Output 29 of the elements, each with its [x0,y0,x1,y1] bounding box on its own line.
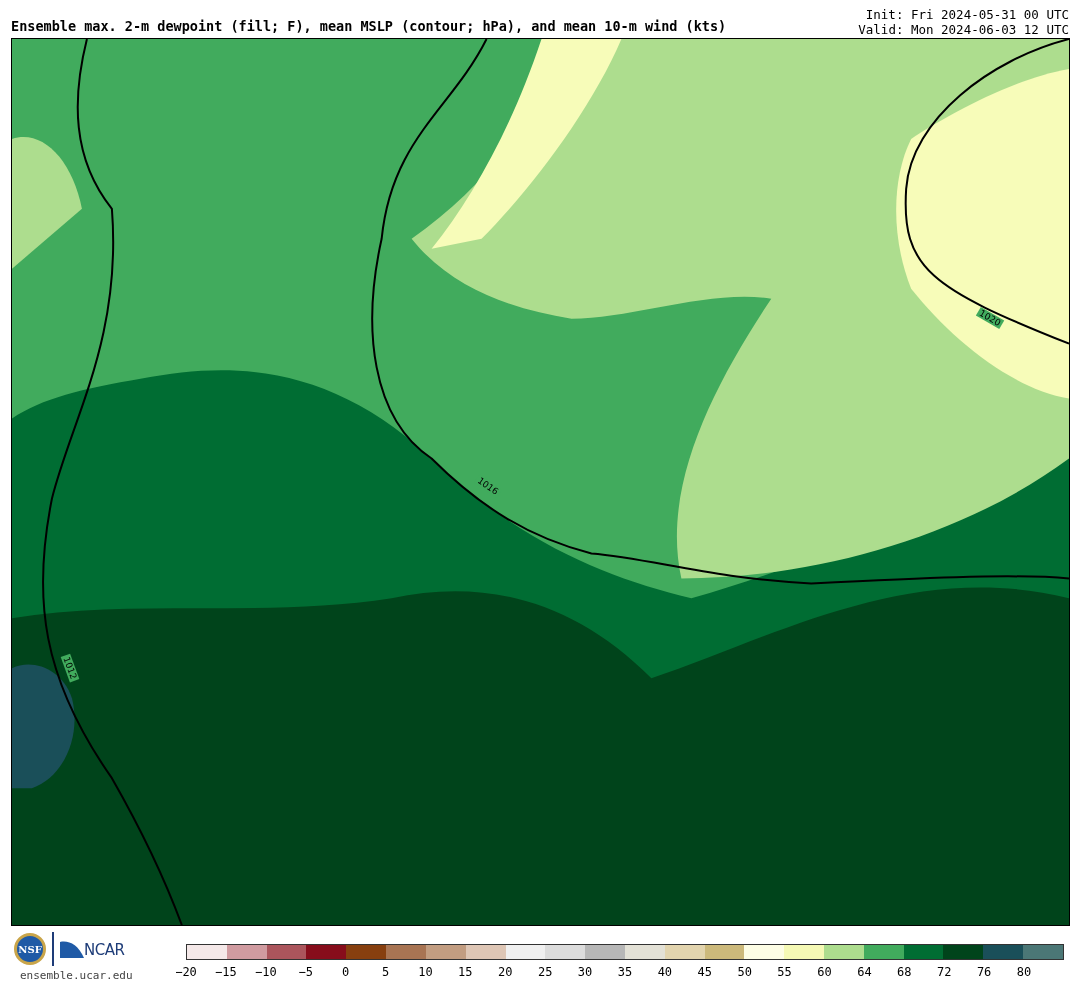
tick-label: −10 [254,965,277,979]
tick-label: 80 [1016,965,1032,979]
tick-label: 76 [976,965,992,979]
nsf-logo: NSF [14,933,46,965]
tick-label: 20 [498,965,513,979]
tick-label: −15 [215,965,237,979]
tick-label: −20 [175,965,197,979]
init-time: Init: Fri 2024-05-31 00 UTC [864,7,1069,22]
tick-label: 64 [857,965,872,979]
tick-label: 50 [737,965,752,979]
tick-label: 0 [342,965,350,979]
website-url: ensemble.ucar.edu [20,969,133,982]
tick-label: 72 [937,965,952,979]
chart-title: Ensemble max. 2-m dewpoint (fill; F), mean MSLP (contour; hPa), and mean 10-m wind (kts) [11,18,727,36]
valid-time: Valid: Mon 2024-06-03 12 UTC [858,22,1069,37]
ncar-logo: NCAR [84,942,125,958]
tick-label: 10 [418,965,433,979]
tick-label: 60 [817,965,832,979]
tick-label: −5 [298,965,313,979]
tick-label: 68 [897,965,912,979]
swoosh-icon [60,940,84,958]
tick-label: 25 [537,965,553,979]
tick-label: 5 [381,965,390,979]
tick-label: 30 [577,965,593,979]
tick-label: 55 [777,965,792,979]
tick-label: 15 [458,965,473,979]
tick-label: 45 [697,965,712,979]
tick-label: 40 [657,965,673,979]
tick-label: 35 [617,965,633,979]
